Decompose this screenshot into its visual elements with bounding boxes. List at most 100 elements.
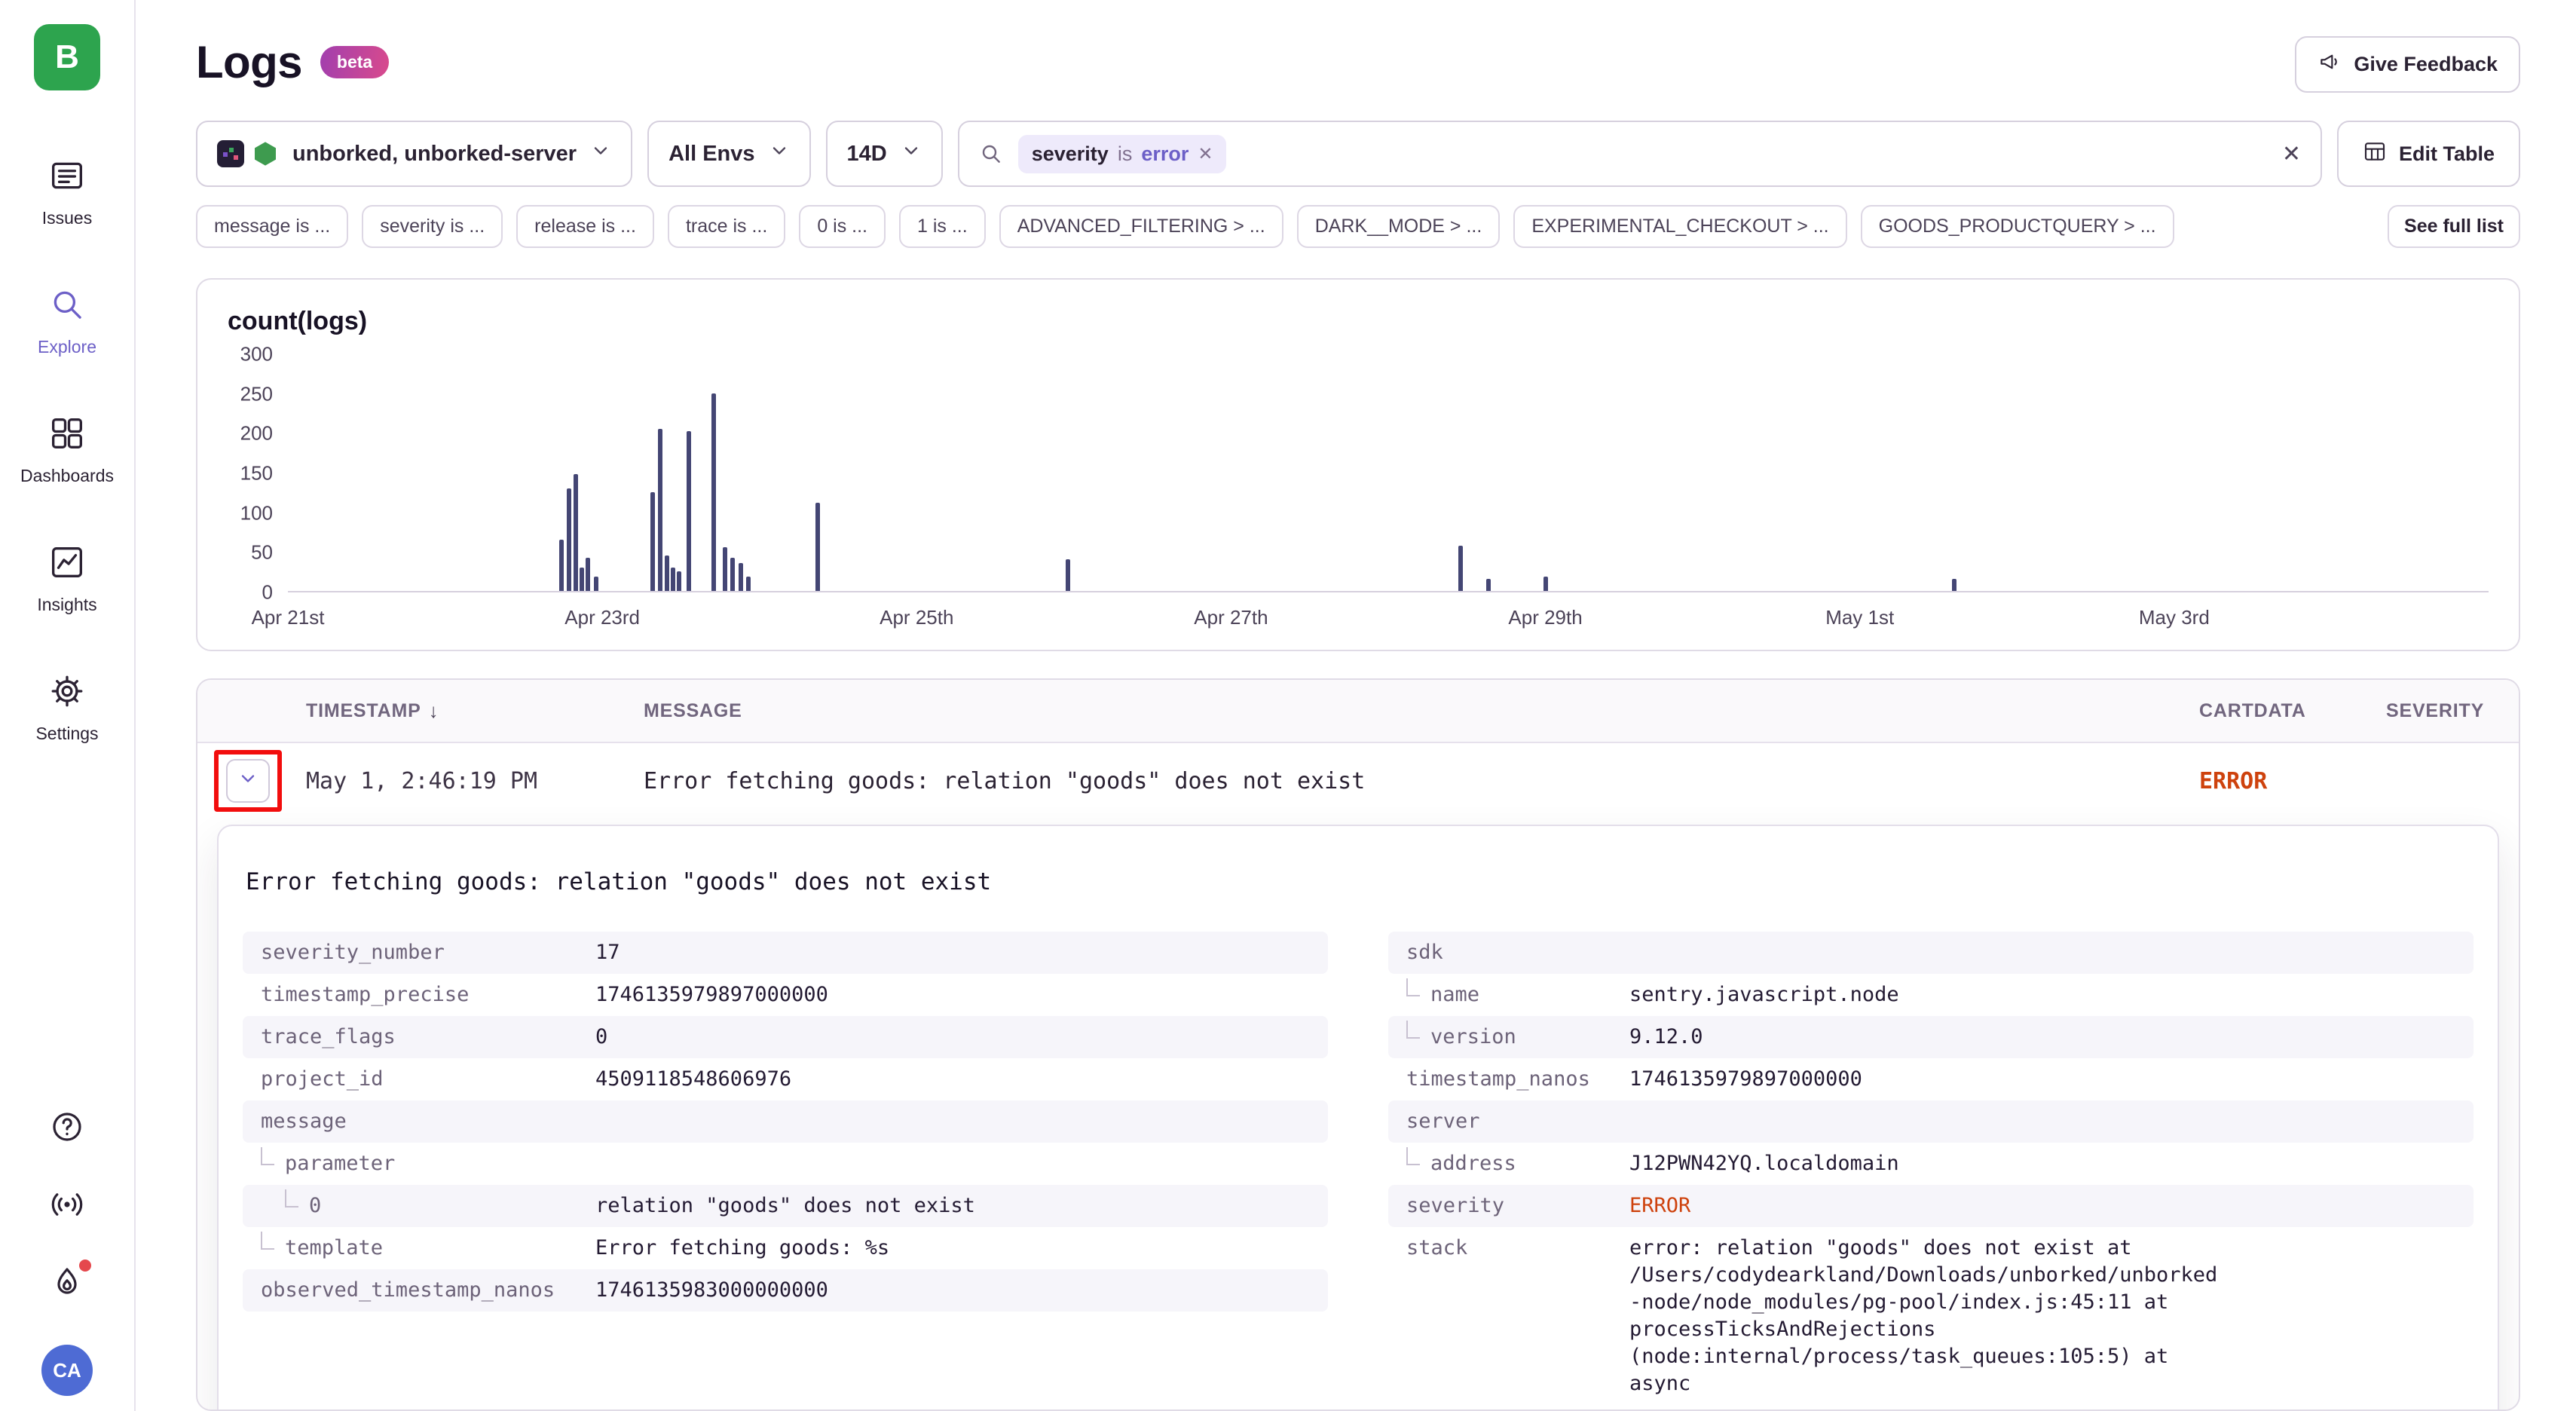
- gear-icon: [48, 672, 86, 716]
- column-header-severity[interactable]: SEVERITY: [2386, 700, 2483, 722]
- attribute-key: stack: [1406, 1235, 1467, 1262]
- y-axis-tick: 200: [240, 422, 273, 445]
- chart-bar: [574, 474, 578, 591]
- org-logo[interactable]: B: [34, 24, 100, 90]
- chart-bar: [671, 568, 675, 591]
- attribute-key: template: [285, 1235, 383, 1262]
- y-axis-tick: 150: [240, 462, 273, 485]
- y-axis-tick: 50: [251, 541, 273, 565]
- chart-bar: [594, 577, 598, 591]
- sidebar-item-issues[interactable]: Issues: [42, 157, 92, 228]
- chart-bar: [746, 577, 751, 591]
- notification-dot: [79, 1259, 91, 1272]
- chart-bar: [1543, 577, 1548, 591]
- attribute-value: Error fetching goods: %s: [595, 1235, 889, 1262]
- sidebar: B Issues Explore Dashboards: [0, 0, 136, 1411]
- dashboards-icon: [48, 415, 86, 458]
- filter-chip[interactable]: 1 is ...: [899, 205, 986, 248]
- log-table-row[interactable]: May 1, 2:46:19 PM Error fetching goods: …: [197, 743, 2519, 819]
- filter-chip[interactable]: DARK__MODE > ...: [1297, 205, 1501, 248]
- broadcast-button[interactable]: [49, 1186, 85, 1228]
- sidebar-item-dashboards[interactable]: Dashboards: [20, 415, 114, 486]
- chart-bar: [677, 571, 681, 591]
- filter-bar: unborked, unborked-server All Envs 14D s…: [196, 121, 2520, 187]
- chart-bar: [650, 492, 655, 591]
- whats-new-button[interactable]: [49, 1264, 85, 1305]
- attribute-value: 17: [595, 939, 620, 966]
- remove-token-icon[interactable]: ✕: [1198, 143, 1213, 165]
- attribute-row: version9.12.0: [1388, 1016, 2474, 1058]
- filter-chip[interactable]: ADVANCED_FILTERING > ...: [999, 205, 1283, 248]
- expand-row-button[interactable]: [226, 759, 270, 803]
- filter-chip[interactable]: trace is ...: [668, 205, 785, 248]
- attribute-row: project_id4509118548606976: [243, 1058, 1328, 1100]
- y-axis-tick: 0: [262, 581, 273, 604]
- filter-chip[interactable]: 0 is ...: [799, 205, 886, 248]
- filter-chip[interactable]: severity is ...: [362, 205, 503, 248]
- filter-chip[interactable]: message is ...: [196, 205, 348, 248]
- user-avatar[interactable]: CA: [41, 1345, 93, 1396]
- filter-chip[interactable]: EXPERIMENTAL_CHECKOUT > ...: [1513, 205, 1846, 248]
- sidebar-item-label: Dashboards: [20, 466, 114, 486]
- tree-connector: [261, 1232, 274, 1250]
- chevron-down-icon: [590, 140, 611, 167]
- chart-bar: [1952, 579, 1956, 591]
- page-header: Logs beta Give Feedback: [196, 36, 2520, 96]
- attribute-key: address: [1430, 1150, 1516, 1177]
- help-icon: [49, 1127, 85, 1149]
- search-filter-token[interactable]: severity is error ✕: [1018, 135, 1227, 173]
- attribute-key: name: [1430, 981, 1479, 1009]
- project-selector-label: unborked, unborked-server: [292, 142, 577, 167]
- chart-bar: [730, 558, 735, 591]
- sidebar-bottom: CA: [41, 1109, 93, 1396]
- project-platform-icons: [217, 140, 279, 167]
- attribute-value: 1746135979897000000: [595, 981, 828, 1009]
- clear-search-button[interactable]: ✕: [2282, 141, 2301, 167]
- attribute-row: sdk: [1388, 932, 2474, 974]
- attribute-value: J12PWN42YQ.localdomain: [1629, 1150, 1899, 1177]
- filter-chip[interactable]: release is ...: [516, 205, 654, 248]
- give-feedback-button[interactable]: Give Feedback: [2295, 36, 2520, 93]
- attribute-value: 1746135983000000000: [595, 1277, 828, 1304]
- environment-selector[interactable]: All Envs: [647, 121, 810, 187]
- attribute-row: server: [1388, 1100, 2474, 1143]
- x-axis-tick: Apr 27th: [1194, 606, 1268, 629]
- column-header-timestamp[interactable]: TIMESTAMP ↓: [306, 699, 644, 723]
- help-button[interactable]: [49, 1109, 85, 1150]
- attribute-key: 0: [309, 1192, 321, 1220]
- broadcast-icon: [49, 1204, 85, 1227]
- chart-bar: [567, 488, 571, 591]
- edit-table-button[interactable]: Edit Table: [2337, 121, 2520, 187]
- attribute-key: timestamp_precise: [261, 981, 469, 1009]
- column-header-cartdata[interactable]: CARTDATA: [2199, 700, 2386, 722]
- date-range-selector[interactable]: 14D: [826, 121, 943, 187]
- tree-connector: [261, 1147, 274, 1165]
- chart-bar: [559, 540, 564, 591]
- column-header-message[interactable]: MESSAGE: [644, 700, 2199, 722]
- chart-bar: [711, 393, 716, 591]
- chart-x-axis: Apr 21stApr 23rdApr 25thApr 27thApr 29th…: [288, 592, 2489, 635]
- attribute-key: version: [1430, 1024, 1516, 1051]
- date-range-label: 14D: [847, 142, 887, 167]
- x-axis-tick: Apr 23rd: [564, 606, 640, 629]
- filter-chips-row: message is ... severity is ... release is …: [196, 205, 2520, 248]
- logs-chart-panel: count(logs) 050100150200250300 Apr 21stA…: [196, 278, 2520, 651]
- attribute-row: address J12PWN42YQ.localdomain: [1388, 1143, 2474, 1185]
- attribute-value: 1746135979897000000: [1629, 1066, 1862, 1093]
- attribute-row: severity_number17: [243, 932, 1328, 974]
- sidebar-item-settings[interactable]: Settings: [35, 672, 98, 744]
- main-content: Logs beta Give Feedback unborked, unbork…: [136, 0, 2576, 1411]
- chart-plot-area: [288, 354, 2489, 592]
- filter-chip[interactable]: GOODS_PRODUCTQUERY > ...: [1861, 205, 2174, 248]
- cell-timestamp: May 1, 2:46:19 PM: [306, 768, 537, 794]
- project-selector[interactable]: unborked, unborked-server: [196, 121, 632, 187]
- attribute-key: observed_timestamp_nanos: [261, 1277, 555, 1304]
- sidebar-item-insights[interactable]: Insights: [37, 543, 96, 615]
- attribute-row: timestamp_precise 1746135979897000000: [243, 974, 1328, 1016]
- chart-bar: [665, 556, 669, 591]
- insights-icon: [48, 543, 86, 587]
- see-full-list-button[interactable]: See full list: [2388, 205, 2520, 248]
- chart-bar: [815, 503, 820, 591]
- search-input[interactable]: severity is error ✕ ✕: [958, 121, 2322, 187]
- sidebar-item-explore[interactable]: Explore: [38, 286, 96, 357]
